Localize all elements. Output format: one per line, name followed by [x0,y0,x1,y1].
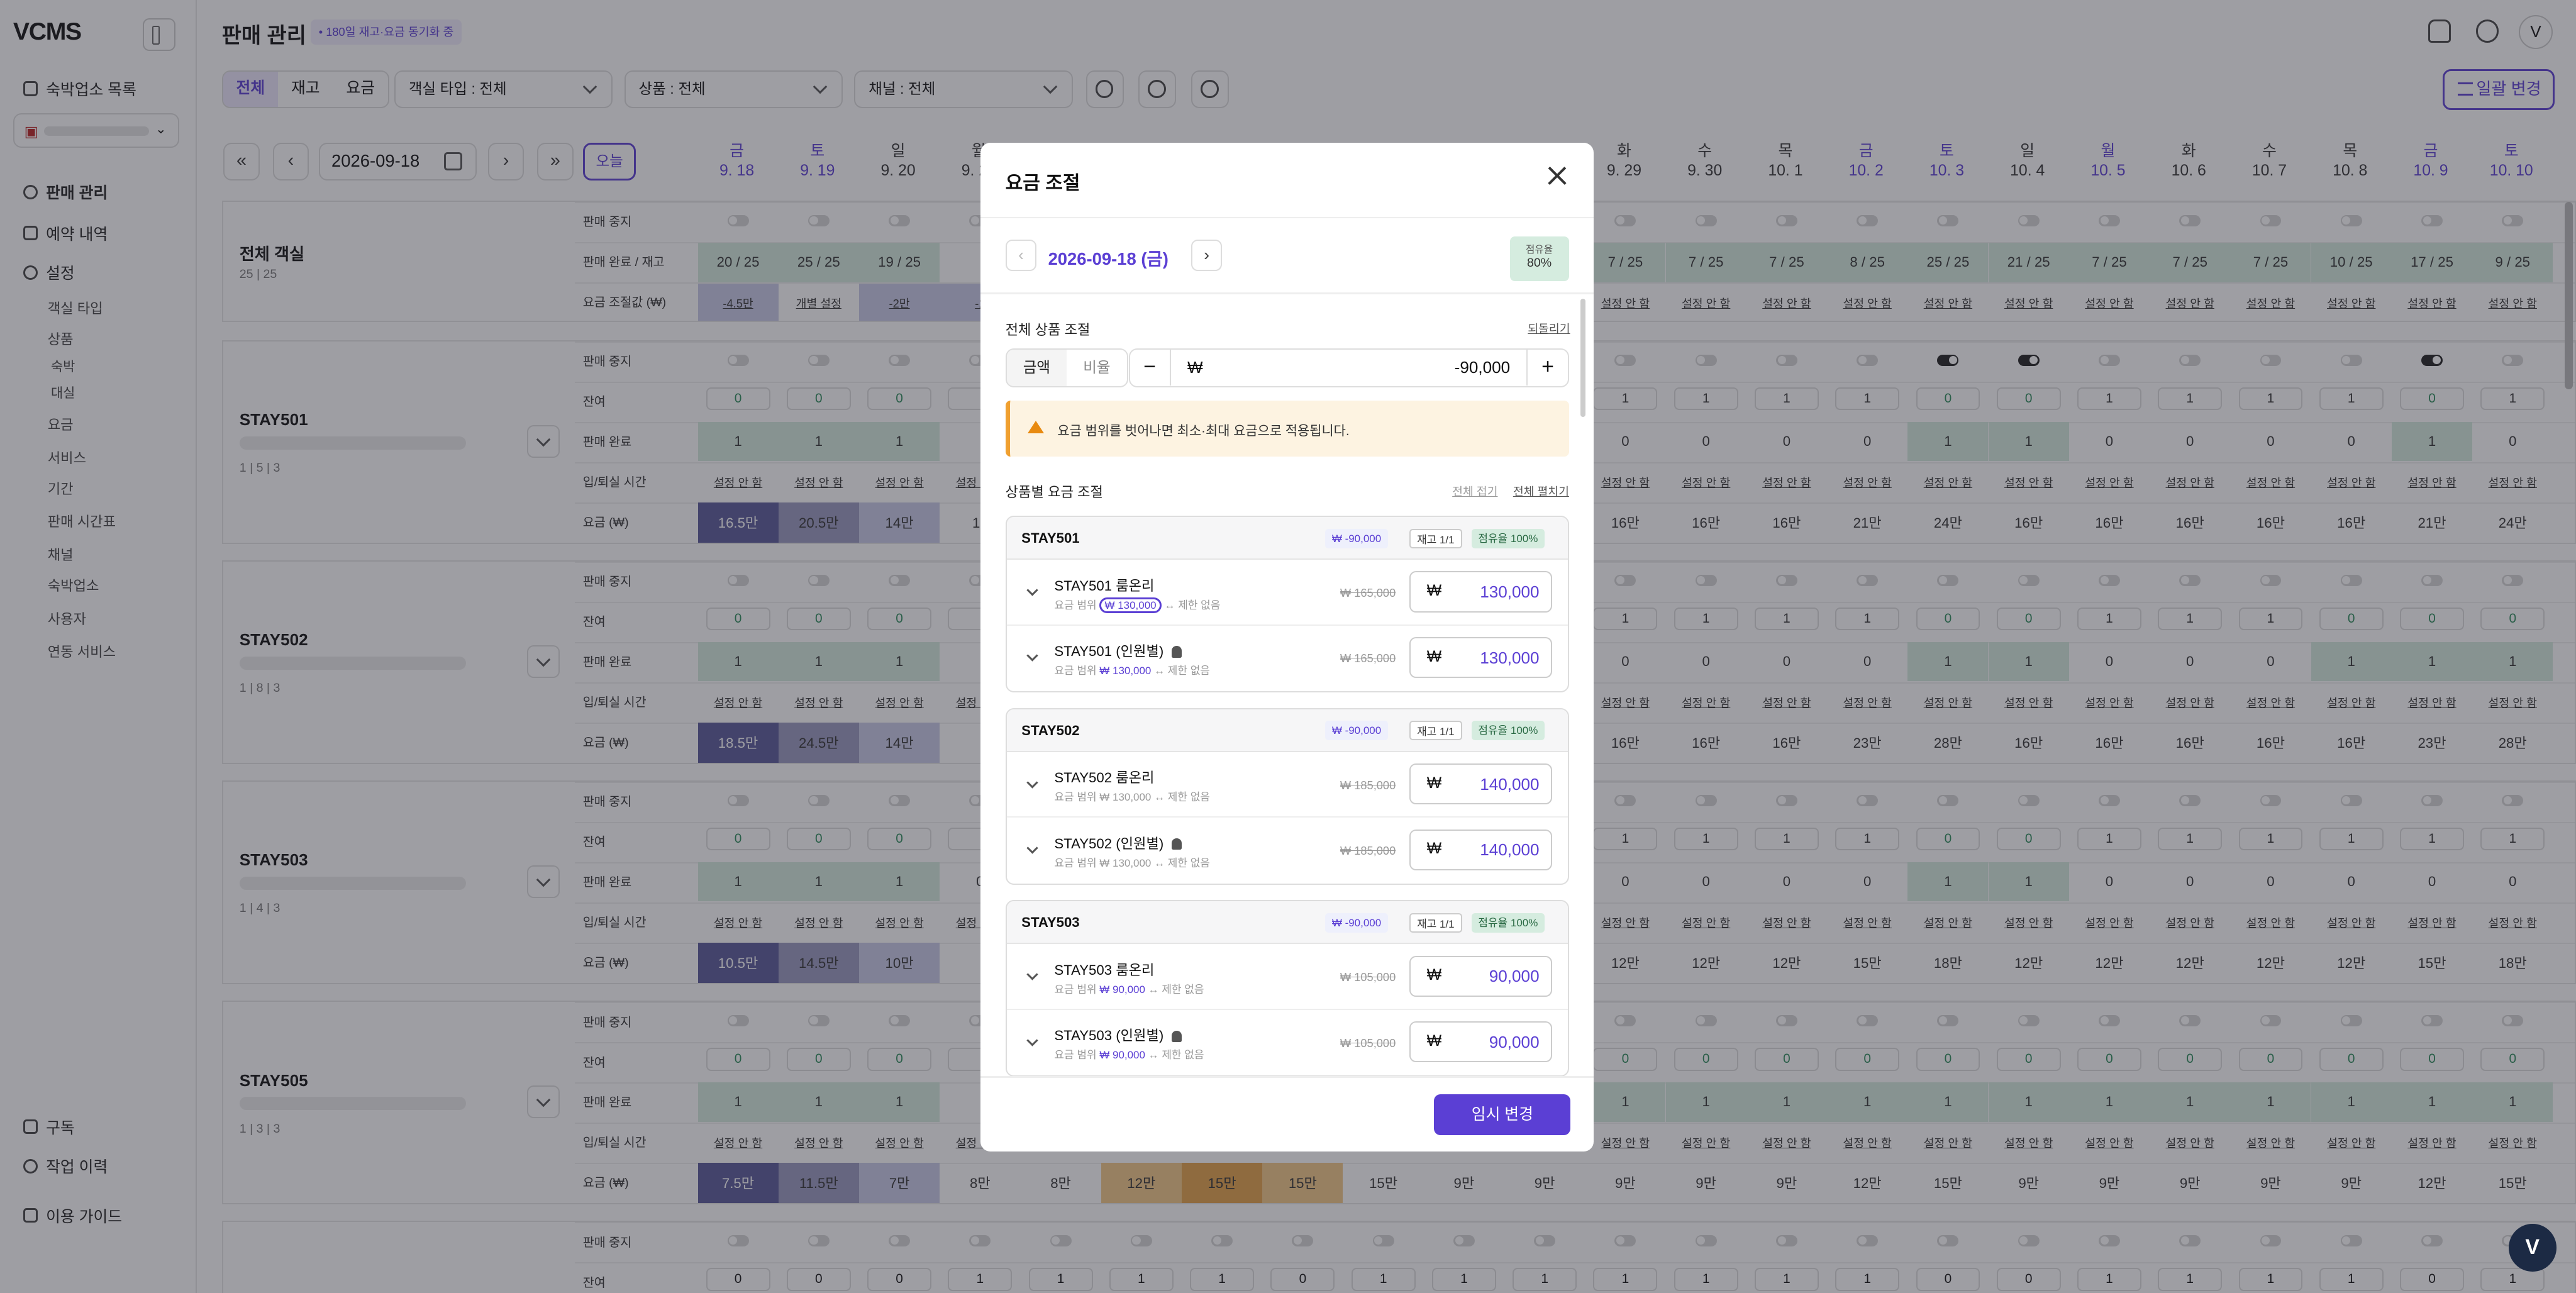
product-name: STAY502 (인원별) [1054,833,1182,853]
modal-title: 요금 조절 [1005,173,1080,194]
original-price: ₩ 165,000 [1340,652,1396,665]
original-price: ₩ 105,000 [1340,970,1396,984]
occupancy-badge: 점유율 80% [1509,236,1569,281]
price-range: 요금 범위 ₩ 130,000 ↔ 제한 없음 [1054,791,1210,804]
chevron-down-icon[interactable] [1026,1034,1038,1046]
original-price: ₩ 185,000 [1340,844,1396,858]
warning-icon [1028,421,1045,433]
chevron-down-icon[interactable] [1026,584,1038,596]
chat-fab[interactable]: V [2508,1224,2557,1272]
mode-amount[interactable]: 금액 [1006,349,1067,387]
product-group-header: STAY503 ₩ -90,000 재고 1/1 점유율 100% [1006,901,1568,945]
app-root: VCMS 숙박업소 목록 ▣ ⌄ 판매 관리 예약 내역 설정 객실 타입 상품 요금… [0,0,2576,1293]
group-name: STAY503 [1021,914,1080,931]
product-name: STAY501 룸온리 [1054,577,1155,594]
price-range: 요금 범위 ₩ 130,000 ↔ 제한 없음 [1054,857,1210,869]
original-price: ₩ 165,000 [1340,585,1396,599]
stock-badge: 재고 1/1 [1409,913,1463,933]
price-input[interactable]: ₩130,000 [1409,571,1552,613]
price-input[interactable]: ₩90,000 [1409,1021,1552,1063]
person-icon [1172,646,1182,658]
next-date-button[interactable]: › [1191,240,1223,271]
occupancy-badge: 점유율 100% [1471,528,1545,548]
occupancy-badge: 점유율 100% [1471,721,1545,741]
apply-temp-button[interactable]: 임시 변경 [1434,1094,1571,1135]
product-row: STAY502 (인원별) 요금 범위 ₩ 130,000 ↔ 제한 없음 ₩ 18… [1007,818,1568,883]
minus-icon[interactable]: − [1130,349,1171,386]
reset-link[interactable]: 되돌리기 [1528,320,1570,336]
price-input[interactable]: ₩90,000 [1409,955,1552,997]
mode-ratio[interactable]: 비율 [1067,350,1126,387]
product-group-header: STAY501 ₩ -90,000 재고 1/1 점유율 100% [1006,517,1568,560]
stock-badge: 재고 1/1 [1409,721,1463,741]
price-range: 요금 범위 ₩ 130,000 ↔ 제한 없음 [1054,596,1220,613]
original-price: ₩ 185,000 [1340,778,1396,792]
product-row: STAY503 (인원별) 요금 범위 ₩ 90,000 ↔ 제한 없음 ₩ 105… [1007,1010,1568,1075]
delta-badge: ₩ -90,000 [1325,913,1388,933]
product-name: STAY503 (인원별) [1054,1024,1182,1045]
amount-stepper: − ₩ -90,000 + [1128,348,1569,388]
stock-badge: 재고 1/1 [1409,528,1463,548]
min-price: ₩ 90,000 [1099,983,1145,996]
collapse-all-link[interactable]: 전체 접기 [1452,483,1497,499]
price-input[interactable]: ₩140,000 [1409,763,1552,805]
price-range: 요금 범위 ₩ 90,000 ↔ 제한 없음 [1054,1049,1204,1062]
modal-date: 2026-09-18 (금) [1048,249,1169,269]
product-row: STAY503 룸온리요금 범위 ₩ 90,000 ↔ 제한 없음 ₩ 105,0… [1006,944,1568,1010]
product-row: STAY501 룸온리요금 범위 ₩ 130,000 ↔ 제한 없음 ₩ 165,… [1006,560,1568,626]
chevron-down-icon[interactable] [1026,842,1038,854]
chevron-down-icon[interactable] [1026,968,1038,980]
modal-scrollbar[interactable] [1580,299,1585,418]
product-group-card: STAY503 ₩ -90,000 재고 1/1 점유율 100% STAY503 룸온… [1005,900,1569,1077]
price-range: 요금 범위 ₩ 90,000 ↔ 제한 없음 [1054,983,1204,996]
original-price: ₩ 105,000 [1340,1036,1396,1050]
product-group-header: STAY502 ₩ -90,000 재고 1/1 점유율 100% [1006,709,1568,752]
product-group-card: STAY502 ₩ -90,000 재고 1/1 점유율 100% STAY502 룸온… [1005,708,1569,885]
price-adjust-modal: 요금 조절 ‹ 2026-09-18 (금) › 점유율 80% 전체 상품 조절… [980,143,1594,1152]
price-input[interactable]: ₩130,000 [1409,636,1552,679]
product-row: STAY502 룸온리요금 범위 ₩ 130,000 ↔ 제한 없음 ₩ 185,… [1006,752,1568,818]
all-products-title: 전체 상품 조절 [1005,321,1091,338]
person-icon [1172,1030,1182,1042]
product-name: STAY503 룸온리 [1054,962,1155,978]
expand-all-link[interactable]: 전체 펼치기 [1513,483,1569,499]
mode-segment: 금액 비율 [1005,348,1128,388]
min-price: ₩ 130,000 [1099,791,1152,804]
product-name: STAY501 (인원별) [1054,640,1182,660]
close-icon[interactable] [1544,164,1568,189]
occupancy-badge: 점유율 100% [1471,913,1545,933]
person-icon [1172,838,1182,850]
chevron-down-icon[interactable] [1026,776,1038,789]
product-name: STAY502 룸온리 [1054,770,1155,786]
product-group-card: STAY501 ₩ -90,000 재고 1/1 점유율 100% STAY501 룸온… [1005,516,1569,693]
prev-date-button[interactable]: ‹ [1005,240,1037,271]
price-input[interactable]: ₩140,000 [1409,829,1552,870]
per-product-title: 상품별 요금 조절 [1005,484,1103,501]
min-price: ₩ 90,000 [1099,1049,1145,1062]
group-name: STAY501 [1021,530,1080,547]
warning-banner: 요금 범위를 벗어나면 최소·최대 요금으로 적용됩니다. [1005,401,1569,457]
price-range: 요금 범위 ₩ 130,000 ↔ 제한 없음 [1054,665,1210,677]
amount-input[interactable]: -90,000 [1455,358,1511,377]
group-name: STAY502 [1021,722,1080,738]
delta-badge: ₩ -90,000 [1325,721,1388,741]
delta-badge: ₩ -90,000 [1325,528,1388,548]
min-price: ₩ 130,000 [1099,597,1162,613]
min-price: ₩ 130,000 [1099,665,1152,677]
min-price: ₩ 130,000 [1099,857,1152,869]
product-row: STAY501 (인원별) 요금 범위 ₩ 130,000 ↔ 제한 없음 ₩ 16… [1007,626,1568,691]
plus-icon[interactable]: + [1526,349,1567,386]
chevron-down-icon[interactable] [1026,650,1038,662]
